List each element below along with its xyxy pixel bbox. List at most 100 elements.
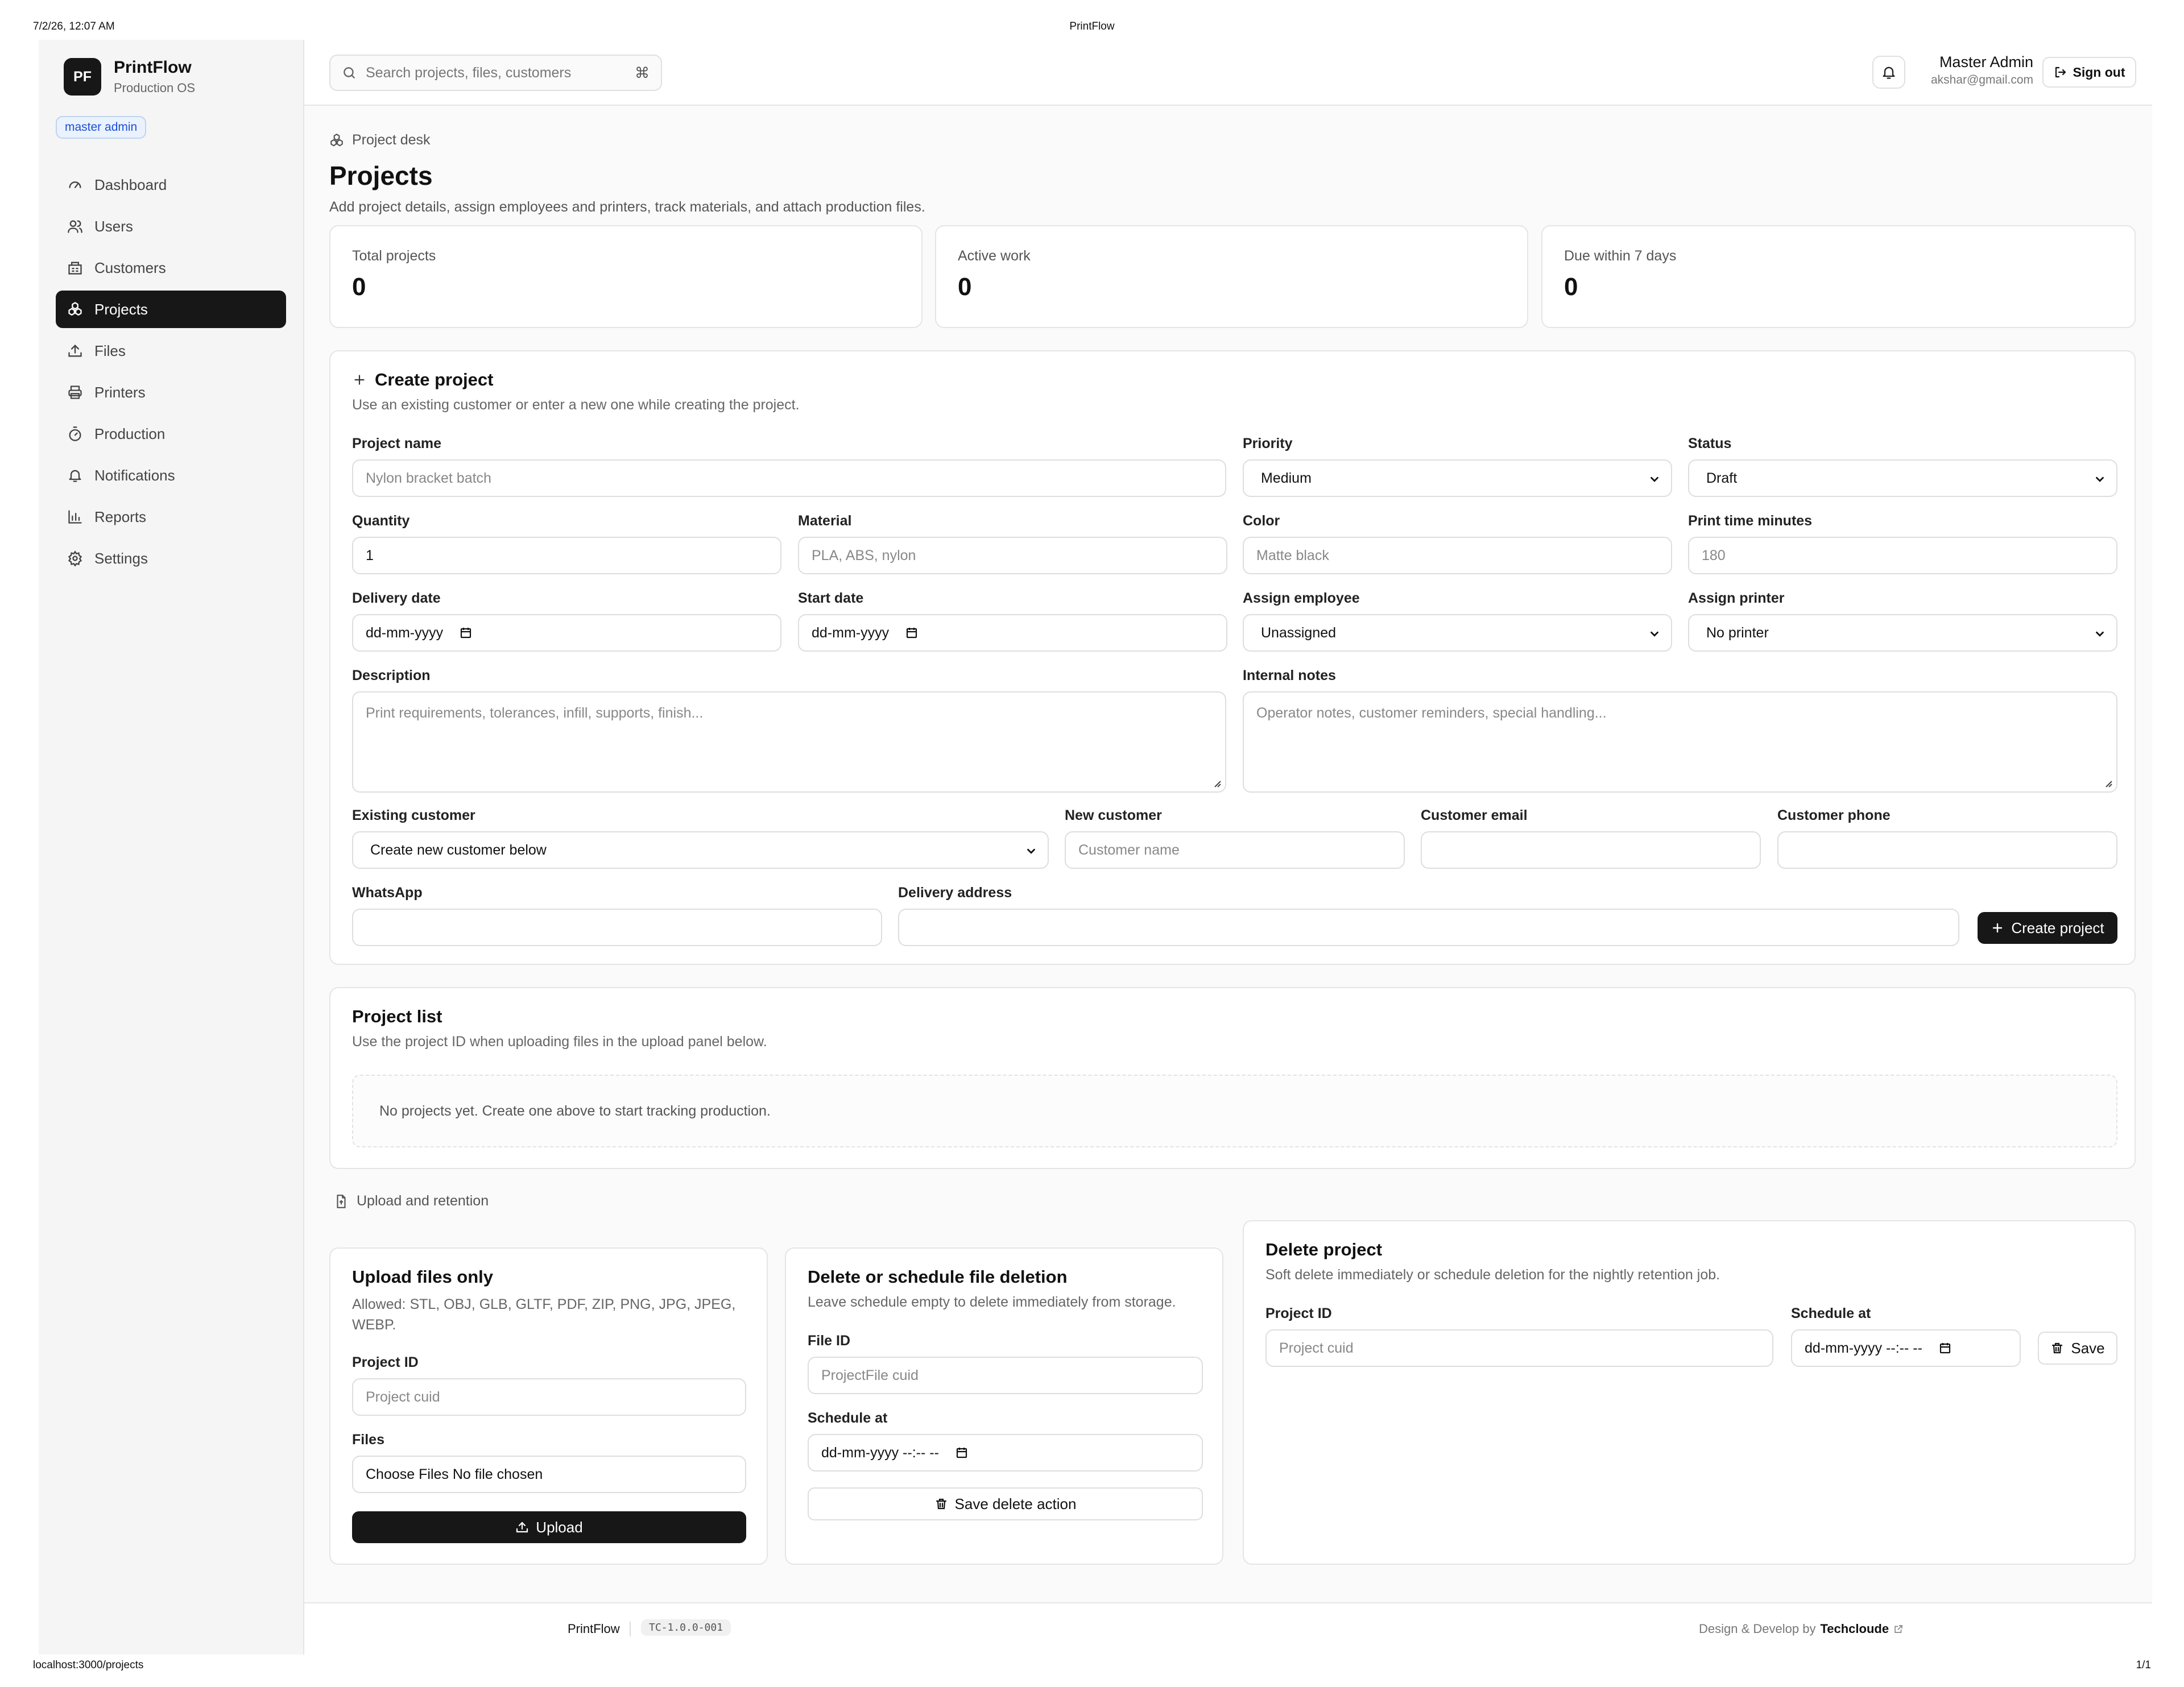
brand-subtitle: Production OS [114,81,196,95]
start-date-input[interactable]: dd-mm-yyyy [798,614,1227,652]
upload-button-label: Upload [536,1518,583,1536]
project-name-placeholder: Nylon bracket batch [366,470,491,486]
delivery-date-input[interactable]: dd-mm-yyyy [352,614,781,652]
material-input[interactable]: PLA, ABS, nylon [798,537,1227,574]
chevron-down-icon [1651,631,1658,637]
brand[interactable]: PF PrintFlow Production OS [64,58,286,96]
topbar: Search projects, files, customers ⌘ Mast… [304,40,2152,106]
calendar-icon[interactable] [1938,1341,1952,1355]
sidebar-item-label: Customers [94,259,166,276]
delivery-address-input[interactable] [898,909,1959,946]
sign-out-button[interactable]: Sign out [2042,57,2136,88]
upload-icon [68,345,82,357]
chevron-down-icon [2096,476,2104,482]
notifications-button[interactable] [1872,56,1905,89]
internal-notes-textarea[interactable]: Operator notes, customer reminders, spec… [1243,691,2117,793]
color-input[interactable]: Matte black [1243,537,1672,574]
file-deletion-card: Delete or schedule file deletion Leave s… [785,1247,1223,1565]
customer-email-label: Customer email [1421,807,1528,823]
upload-files-card: Upload files only Allowed: STL, OBJ, GLB… [329,1247,768,1565]
trash-icon [936,1498,946,1510]
upload-button[interactable]: Upload [352,1511,746,1543]
internal-notes-label: Internal notes [1243,668,1336,683]
file-id-input[interactable]: ProjectFile cuid [808,1357,1203,1394]
search-input[interactable]: Search projects, files, customers ⌘ [329,55,662,91]
sidebar-item-reports[interactable]: Reports [56,498,286,536]
timer-icon [69,426,81,441]
save-delete-action-button[interactable]: Save delete action [808,1487,1203,1520]
create-project-button[interactable]: Create project [1978,912,2117,944]
sidebar-item-production[interactable]: Production [56,415,286,453]
sidebar-item-label: Projects [94,300,148,318]
status-select[interactable]: Draft [1688,459,2117,497]
sidebar-item-label: Files [94,342,126,359]
priority-value: Medium [1261,470,1312,486]
assign-printer-label: Assign printer [1688,590,1785,606]
page-eyebrow-label: Project desk [352,132,431,148]
description-textarea[interactable]: Print requirements, tolerances, infill, … [352,691,1226,793]
print-footer: localhost:3000/projects 1/1 [33,1659,2151,1676]
new-customer-input[interactable]: Customer name [1065,831,1405,869]
create-project-button-label: Create project [2011,919,2104,936]
upload-files-description: Allowed: STL, OBJ, GLB, GLTF, PDF, ZIP, … [352,1296,736,1333]
bell-icon [69,470,81,482]
brand-name: PrintFlow [114,58,192,77]
customer-phone-input[interactable] [1777,831,2117,869]
footer-credit: Design & Develop by Techcloude [1699,1622,1904,1636]
customer-email-input[interactable] [1421,831,1761,869]
delete-project-save-button[interactable]: Save [2038,1332,2117,1365]
quantity-input[interactable]: 1 [352,537,781,574]
bar-chart-icon [68,510,82,524]
upload-section-label-text: Upload and retention [357,1193,489,1209]
sidebar-item-printers[interactable]: Printers [56,374,286,411]
sidebar-item-projects[interactable]: Projects [56,291,286,328]
existing-customer-select[interactable]: Create new customer below [352,831,1049,869]
sidebar-item-dashboard[interactable]: Dashboard [56,166,286,204]
assign-printer-select[interactable]: No printer [1688,614,2117,652]
resize-grip-icon[interactable] [1211,778,1222,788]
sidebar-item-files[interactable]: Files [56,332,286,370]
gear-icon [68,550,82,566]
sidebar-item-notifications[interactable]: Notifications [56,457,286,494]
existing-customer-label: Existing customer [352,807,475,823]
delete-project-id-input[interactable]: Project cuid [1265,1329,1773,1367]
delete-schedule-input[interactable]: dd-mm-yyyy --:-- -- [1791,1329,2021,1367]
file-schedule-input[interactable]: dd-mm-yyyy --:-- -- [808,1434,1203,1472]
sidebar-item-label: Printers [94,383,146,401]
project-list-description: Use the project ID when uploading files … [352,1034,767,1050]
calendar-icon[interactable] [905,626,919,640]
sidebar-item-settings[interactable]: Settings [56,540,286,577]
upload-icon [516,1522,528,1533]
delete-schedule-value: dd-mm-yyyy --:-- -- [1805,1340,1922,1356]
delivery-date-value: dd-mm-yyyy [366,624,444,641]
upload-project-id-placeholder: Project cuid [366,1388,440,1405]
file-schedule-value: dd-mm-yyyy --:-- -- [821,1444,939,1461]
delivery-date-label: Delivery date [352,590,441,606]
delete-project-id-placeholder: Project cuid [1279,1340,1354,1356]
assign-employee-select[interactable]: Unassigned [1243,614,1672,652]
save-delete-action-label: Save delete action [954,1495,1077,1512]
resize-grip-icon[interactable] [2103,778,2113,788]
upload-project-id-label: Project ID [352,1354,419,1370]
footer-credit-link[interactable]: Techcloude [1820,1622,1889,1636]
whatsapp-input[interactable] [352,909,882,946]
sidebar-item-users[interactable]: Users [56,208,286,245]
material-label: Material [798,513,852,529]
calendar-icon[interactable] [955,1446,969,1460]
description-placeholder: Print requirements, tolerances, infill, … [366,705,704,721]
project-name-input[interactable]: Nylon bracket batch [352,459,1226,497]
print-title: PrintFlow [1069,20,1115,32]
quantity-label: Quantity [352,513,410,529]
building-icon [68,262,82,275]
priority-select[interactable]: Medium [1243,459,1672,497]
sidebar-item-label: Settings [94,549,148,567]
status-label: Status [1688,436,1732,451]
calendar-icon[interactable] [459,626,473,640]
sidebar-item-customers[interactable]: Customers [56,249,286,287]
upload-project-id-input[interactable]: Project cuid [352,1378,746,1416]
file-deletion-description: Leave schedule empty to delete immediate… [808,1294,1176,1310]
file-chooser-input[interactable]: Choose Files No file chosen [352,1456,746,1493]
print-time-input[interactable]: 180 [1688,537,2117,574]
users-icon [68,220,82,233]
stat-value: 0 [352,273,366,301]
